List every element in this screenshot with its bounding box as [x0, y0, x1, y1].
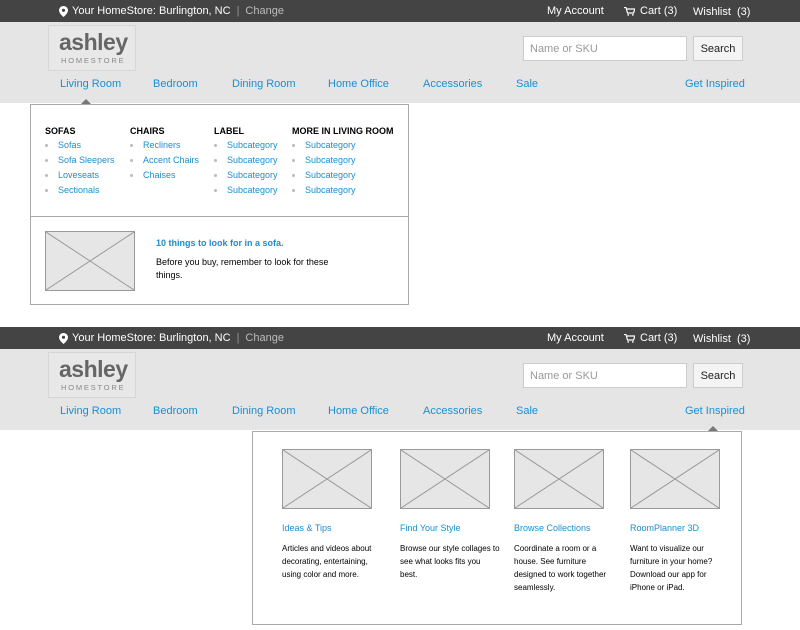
logo-subtitle: HOMESTORE	[61, 383, 126, 392]
menu-link[interactable]: Subcategory	[292, 170, 394, 185]
map-pin-icon	[59, 5, 68, 17]
wishlist-link[interactable]: Wishlist (3)	[693, 6, 750, 18]
card-title-link[interactable]: Find Your Style	[400, 523, 461, 533]
column-heading: MORE IN LIVING ROOM	[292, 126, 394, 136]
utility-bar: Your HomeStore: Burlington, NC | Change …	[0, 327, 800, 349]
card-title-link[interactable]: Ideas & Tips	[282, 523, 332, 533]
wireframe-living-room: Your HomeStore: Burlington, NC | Change …	[0, 0, 800, 320]
cart-icon	[624, 6, 636, 16]
column-heading: CHAIRS	[130, 126, 165, 136]
cart-icon	[624, 333, 636, 343]
image-placeholder[interactable]	[514, 449, 604, 509]
menu-link[interactable]: Sofas	[45, 140, 115, 155]
menu-link[interactable]: Subcategory	[292, 140, 394, 155]
menu-column-sofas: SOFAS Sofas Sofa Sleepers Loveseats Sect…	[45, 126, 115, 200]
get-inspired-mega-menu: Ideas & Tips Articles and videos about d…	[252, 431, 742, 625]
menu-link[interactable]: Recliners	[130, 140, 199, 155]
ashley-logo[interactable]: ashley HOMESTORE	[48, 352, 136, 398]
nav-sale[interactable]: Sale	[516, 405, 538, 417]
nav-dining-room[interactable]: Dining Room	[232, 405, 296, 417]
feature-title-link[interactable]: 10 things to look for in a sofa.	[156, 238, 284, 248]
card-description: Browse our style collages to see what lo…	[400, 544, 500, 579]
card-description: Articles and videos about decorating, en…	[282, 544, 372, 579]
nav-accessories[interactable]: Accessories	[423, 78, 482, 90]
cart-link[interactable]: Cart (3)	[624, 5, 677, 17]
cart-label: Cart (3)	[640, 332, 678, 344]
change-store-link[interactable]: Change	[245, 332, 284, 344]
nav-home-office[interactable]: Home Office	[328, 405, 389, 417]
feature-description: Before you buy, remember to look for the…	[156, 257, 329, 280]
column-heading: LABEL	[214, 126, 244, 136]
menu-divider	[31, 216, 408, 217]
image-placeholder[interactable]	[45, 231, 135, 291]
menu-column-more: MORE IN LIVING ROOM Subcategory Subcateg…	[292, 126, 394, 200]
menu-link[interactable]: Subcategory	[214, 170, 278, 185]
menu-link[interactable]: Chaises	[130, 170, 199, 185]
search-input[interactable]	[523, 363, 687, 388]
menu-column-label: LABEL Subcategory Subcategory Subcategor…	[214, 126, 278, 200]
menu-link[interactable]: Subcategory	[214, 155, 278, 170]
nav-bedroom[interactable]: Bedroom	[153, 78, 198, 90]
logo-wordmark: ashley	[59, 29, 128, 55]
nav-bedroom[interactable]: Bedroom	[153, 405, 198, 417]
menu-link[interactable]: Subcategory	[292, 185, 394, 200]
homestore-selector: Your HomeStore: Burlington, NC | Change	[59, 5, 284, 17]
nav-sale[interactable]: Sale	[516, 78, 538, 90]
search-button[interactable]: Search	[693, 36, 743, 61]
change-store-link[interactable]: Change	[245, 5, 284, 17]
menu-link[interactable]: Subcategory	[214, 185, 278, 200]
search-button[interactable]: Search	[693, 363, 743, 388]
logo-wordmark: ashley	[59, 356, 128, 382]
logo-subtitle: HOMESTORE	[61, 56, 126, 65]
menu-column-chairs: CHAIRS Recliners Accent Chairs Chaises	[130, 126, 199, 185]
menu-link[interactable]: Loveseats	[45, 170, 115, 185]
card-title-link[interactable]: Browse Collections	[514, 523, 591, 533]
main-nav: Living Room Bedroom Dining Room Home Off…	[0, 78, 800, 96]
ashley-logo[interactable]: ashley HOMESTORE	[48, 25, 136, 71]
my-account-link[interactable]: My Account	[547, 332, 604, 344]
utility-bar: Your HomeStore: Burlington, NC | Change …	[0, 0, 800, 22]
nav-living-room[interactable]: Living Room	[60, 405, 121, 417]
nav-get-inspired[interactable]: Get Inspired	[685, 405, 745, 417]
homestore-label: Your HomeStore: Burlington, NC	[72, 5, 231, 17]
card-description: Coordinate a room or a house. See furnit…	[514, 544, 607, 592]
image-placeholder[interactable]	[282, 449, 372, 509]
nav-living-room[interactable]: Living Room	[60, 78, 121, 90]
menu-link[interactable]: Subcategory	[292, 155, 394, 170]
nav-accessories[interactable]: Accessories	[423, 405, 482, 417]
menu-link[interactable]: Sofa Sleepers	[45, 155, 115, 170]
menu-link[interactable]: Accent Chairs	[130, 155, 199, 170]
nav-home-office[interactable]: Home Office	[328, 78, 389, 90]
cart-link[interactable]: Cart (3)	[624, 332, 677, 344]
my-account-link[interactable]: My Account	[547, 5, 604, 17]
menu-link[interactable]: Sectionals	[45, 185, 115, 200]
search-input[interactable]	[523, 36, 687, 61]
image-placeholder[interactable]	[400, 449, 490, 509]
column-heading: SOFAS	[45, 126, 76, 136]
wishlist-link[interactable]: Wishlist (3)	[693, 333, 750, 345]
nav-get-inspired[interactable]: Get Inspired	[685, 78, 745, 90]
card-title-link[interactable]: RoomPlanner 3D	[630, 523, 699, 533]
separator: |	[236, 5, 240, 17]
wireframe-get-inspired: Your HomeStore: Burlington, NC | Change …	[0, 327, 800, 630]
separator: |	[236, 332, 240, 344]
menu-link[interactable]: Subcategory	[214, 140, 278, 155]
image-placeholder[interactable]	[630, 449, 720, 509]
card-description: Want to visualize our furniture in your …	[630, 544, 713, 592]
living-room-mega-menu: SOFAS Sofas Sofa Sleepers Loveseats Sect…	[30, 104, 409, 305]
main-header: ashley HOMESTORE Search Living Room Bedr…	[0, 349, 800, 430]
homestore-label: Your HomeStore: Burlington, NC	[72, 332, 231, 344]
map-pin-icon	[59, 332, 68, 344]
nav-dining-room[interactable]: Dining Room	[232, 78, 296, 90]
main-nav: Living Room Bedroom Dining Room Home Off…	[0, 405, 800, 423]
homestore-selector: Your HomeStore: Burlington, NC | Change	[59, 332, 284, 344]
cart-label: Cart (3)	[640, 5, 678, 17]
main-header: ashley HOMESTORE Search Living Room Bedr…	[0, 22, 800, 103]
